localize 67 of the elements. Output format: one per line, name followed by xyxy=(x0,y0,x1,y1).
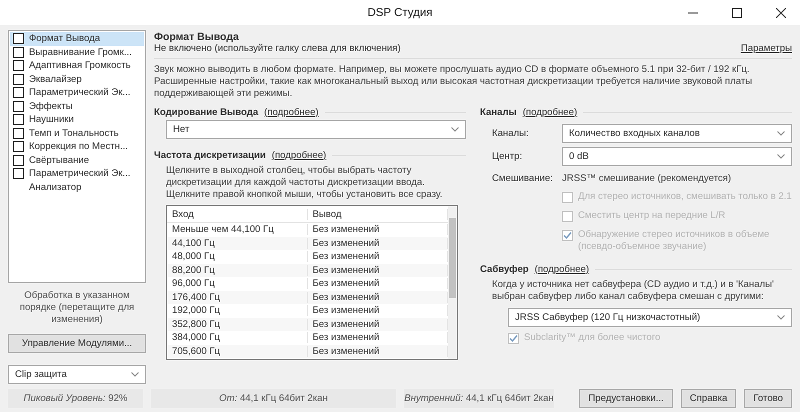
caret-icon xyxy=(451,127,459,132)
module-item[interactable]: Темп и Тональность xyxy=(10,126,144,140)
status-field: Внутренний: 44,1 кГц 64бит 2кан xyxy=(404,388,554,408)
section-title: Формат Вывода xyxy=(154,31,240,43)
table-cell: 352,800 Гц xyxy=(167,318,308,330)
module-item[interactable]: Выравнивание Громк... xyxy=(10,46,144,59)
table-cell: 384,000 Гц xyxy=(167,332,308,344)
caret-icon xyxy=(777,131,785,136)
description-text: Звук можно выводить в любом формате. Например, вы можете прослушать аудио CD в формате объемного 5.1 при 32-бит / 192 кГц. Расширенные настройки, такие как многоканальный выход или высокая частотная дискретизации требуется наличие звуковой платы поддерживающей эти режимы. xyxy=(154,64,754,100)
caret-icon xyxy=(777,315,785,320)
table-cell: 705,600 Гц xyxy=(167,346,308,357)
column-header[interactable]: Вход xyxy=(167,208,308,220)
dialog-button[interactable]: Готово xyxy=(744,388,792,408)
module-item[interactable]: Анализатор xyxy=(10,180,144,194)
group-title: Сабвуфер xyxy=(480,264,529,274)
subwoofer-dropdown[interactable]: JRSS Сабвуфер (120 Гц низкочастотный) xyxy=(508,308,792,327)
table-cell: 48,000 Гц xyxy=(167,251,308,262)
window-title: DSP Студия xyxy=(367,6,433,18)
table-cell: 176,400 Гц xyxy=(167,292,308,303)
more-link[interactable]: (подробнее) xyxy=(522,106,578,118)
group-title: Частота дискретизации xyxy=(154,150,266,160)
module-item[interactable]: Адаптивная Громкость xyxy=(10,59,144,72)
group-title: Каналы xyxy=(480,106,517,118)
table-cell: 192,000 Гц xyxy=(167,305,308,316)
module-item[interactable]: Формат Вывода xyxy=(10,32,144,46)
module-item[interactable]: Свёртывание xyxy=(10,154,144,167)
field-label: Смешивание: xyxy=(492,173,554,184)
manage-modules-button[interactable]: Управление Модулями... xyxy=(8,334,146,354)
subwoofer-hint: Когда у источника нет сабвуфера (CD аудио и т.д.) и в 'Каналы' выбран сабвуфер либо канал сабвуфера смешан с другими: xyxy=(492,279,775,303)
status-field: Пиковый Уровень: 92% xyxy=(8,388,143,408)
option-label: Сместить центр на передние L/R xyxy=(578,210,726,222)
module-item[interactable]: Наушники xyxy=(10,113,144,126)
order-note: Обработка в указанном порядке (перетащите для изменения) xyxy=(18,290,136,326)
option-label: Обнаружение стерео источников в объеме (псевдо-объемное звучание) xyxy=(578,229,770,253)
dialog-button[interactable]: Справка xyxy=(680,388,736,408)
sample-rate-hint: Щелкните в выходной столбец, чтобы выбрать частоту дискретизации для каждой частоты дискретизации ввода. Щелкните правой кнопкой мыши, чтобы установить все сразу. xyxy=(166,165,444,201)
more-link[interactable]: (подробнее) xyxy=(264,106,319,118)
module-item[interactable]: Коррекция по Местн... xyxy=(10,140,144,154)
caret-icon xyxy=(131,372,139,378)
table-cell: 88,200 Гц xyxy=(167,264,308,276)
more-link[interactable]: (подробнее) xyxy=(272,150,326,160)
dialog-button[interactable]: Предустановки... xyxy=(579,388,673,408)
settings-link[interactable]: Параметры xyxy=(740,43,792,54)
caret-icon xyxy=(777,154,785,159)
table-cell: 96,000 Гц xyxy=(167,278,308,290)
module-item[interactable]: Эффекты xyxy=(10,100,144,113)
field-label: Центр: xyxy=(492,151,524,162)
module-item[interactable]: Параметрический Эк... xyxy=(10,167,144,180)
option-label: Для стерео источников, смешивать только в 2.1 xyxy=(578,191,792,203)
section-status: Не включено (используйте галку слева для включения) xyxy=(154,43,401,54)
module-item[interactable]: Эквалайзер xyxy=(10,72,144,86)
option-label: Subclarity™ для более чистого xyxy=(524,332,660,344)
more-link[interactable]: (подробнее) xyxy=(534,264,590,274)
field-label: Каналы: xyxy=(492,128,530,139)
scrollbar[interactable] xyxy=(448,206,457,359)
status-field: От: 44,1 кГц 64бит 2кан xyxy=(151,388,396,408)
mixing-value: JRSS™ смешивание (рекомендуется) xyxy=(562,173,732,184)
module-item[interactable]: Параметрический Эк... xyxy=(10,86,144,100)
clip-dropdown[interactable]: Clip защита xyxy=(8,365,146,384)
table-cell: Меньше чем 44,100 Гц xyxy=(167,224,308,236)
group-title: Кодирование Вывода xyxy=(154,106,258,118)
channel-dropdown[interactable]: Количество входных каналов xyxy=(562,124,792,143)
maximize-icon[interactable] xyxy=(732,8,742,18)
close-icon[interactable] xyxy=(776,8,786,18)
encoding-dropdown[interactable]: Нет xyxy=(166,120,466,139)
table-cell: 44,100 Гц xyxy=(167,238,308,249)
channel-dropdown[interactable]: 0 dB xyxy=(562,147,792,166)
